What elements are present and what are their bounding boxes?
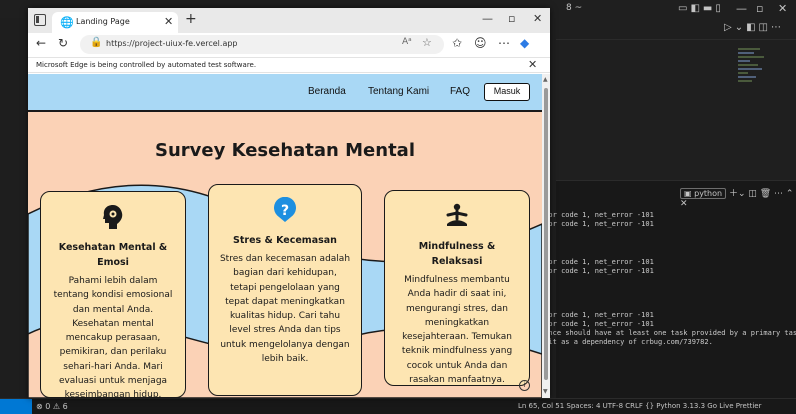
- card-text: Stres dan kecemasan adalah bagian dari k…: [219, 254, 351, 365]
- problems-indicator[interactable]: ⊗ 0 ⚠ 6: [36, 402, 68, 411]
- card-stres-kecemasan[interactable]: ? Stres & Kecemasan Stres dan kecemasan …: [208, 184, 362, 396]
- automation-infobar: Microsoft Edge is being controlled by au…: [28, 57, 550, 73]
- card-heading: Kesehatan Mental & Emosi: [58, 242, 168, 268]
- page-title: Survey Kesehatan Mental: [154, 140, 415, 161]
- browser-window: 🌐 Landing Page ✕ + — ▫ ✕ ← ↻ 🔒 https://p…: [28, 8, 550, 398]
- nav-tentang-kami[interactable]: Tentang Kami: [368, 86, 429, 97]
- scroll-up-icon[interactable]: ▲: [543, 76, 548, 83]
- card-heading: Stres & Kecemasan: [233, 235, 337, 246]
- status-bar-items[interactable]: Ln 65, Col 51 Spaces: 4 UTF-8 CRLF {} Py…: [518, 402, 761, 410]
- card-kesehatan-mental[interactable]: Kesehatan Mental & Emosi Pahami lebih da…: [40, 191, 186, 398]
- new-tab-button[interactable]: +: [185, 11, 197, 27]
- meditation-icon: [446, 203, 468, 226]
- run-icon[interactable]: ▷⌄◧◫⋯: [724, 22, 784, 33]
- card-text: Pahami lebih dalam tentang kondisi emosi…: [53, 276, 173, 398]
- address-bar[interactable]: 🔒 https://project-uiux-fe.vercel.app Aᵃ …: [80, 35, 444, 54]
- login-button[interactable]: Masuk: [484, 83, 530, 101]
- remote-indicator[interactable]: [0, 399, 32, 414]
- nav-faq[interactable]: FAQ: [450, 86, 470, 97]
- tab-close-icon[interactable]: ✕: [164, 15, 173, 28]
- infobar-close-icon[interactable]: ✕: [528, 58, 537, 71]
- scrollbar-thumb[interactable]: [544, 88, 548, 380]
- browser-toolbar: ← ↻ 🔒 https://project-uiux-fe.vercel.app…: [28, 33, 550, 57]
- refresh-icon[interactable]: ↻: [58, 36, 68, 50]
- maximize-icon[interactable]: ▫: [508, 12, 515, 25]
- globe-icon: 🌐: [60, 16, 74, 29]
- terminal-line: rror code 1, net_error -101: [540, 220, 654, 228]
- favorite-star-icon[interactable]: ☆: [422, 36, 432, 49]
- terminal-line: rror code 1, net_error -101: [540, 267, 654, 275]
- tab-title: Landing Page: [76, 17, 130, 26]
- page-scrollbar[interactable]: ▲ ▼: [542, 74, 550, 398]
- minimap[interactable]: [738, 48, 768, 90]
- site-navbar: Beranda Tentang Kami FAQ Masuk: [28, 74, 542, 112]
- card-mindfulness[interactable]: Mindfulness & Relaksasi Mindfulness memb…: [384, 190, 530, 386]
- profile-icon[interactable]: ☺: [474, 36, 487, 50]
- vscode-account-badge[interactable]: 8 ~: [566, 3, 582, 13]
- tab-strip: 🌐 Landing Page ✕ + — ▫ ✕: [28, 8, 550, 33]
- terminal-line: rror code 1, net_error -101: [540, 211, 654, 219]
- vscode-status-bar: ⊗ 0 ⚠ 6 Ln 65, Col 51 Spaces: 4 UTF-8 CR…: [0, 398, 796, 414]
- minimize-icon[interactable]: —: [736, 2, 747, 15]
- card-text: Mindfulness membantu Anda hadir di saat …: [401, 275, 513, 386]
- lock-icon[interactable]: 🔒: [90, 37, 102, 48]
- card-heading: Mindfulness & Relaksasi: [418, 241, 496, 267]
- terminal-tab[interactable]: ▣ python: [680, 188, 727, 199]
- url-text[interactable]: https://project-uiux-fe.vercel.app: [106, 39, 238, 48]
- terminal-line: rror code 1, net_error -101: [540, 320, 654, 328]
- favorites-icon[interactable]: ✩: [452, 36, 462, 50]
- close-icon[interactable]: ✕: [778, 2, 787, 15]
- layout-toggle-icons[interactable]: ▭◧▬▯: [678, 3, 724, 14]
- minimize-icon[interactable]: —: [482, 12, 493, 25]
- infobar-message: Microsoft Edge is being controlled by au…: [36, 61, 257, 69]
- read-aloud-icon[interactable]: Aᵃ: [402, 37, 412, 47]
- terminal-line: rror code 1, net_error -101: [540, 311, 654, 319]
- copilot-icon[interactable]: ◆: [520, 36, 529, 50]
- info-icon[interactable]: i: [519, 380, 530, 391]
- brain-head-icon: [103, 205, 123, 229]
- question-icon: ?: [274, 197, 296, 222]
- close-window-icon[interactable]: ✕: [533, 12, 542, 25]
- back-icon[interactable]: ←: [36, 36, 46, 50]
- scroll-down-icon[interactable]: ▼: [543, 388, 548, 395]
- terminal-line: rror code 1, net_error -101: [540, 258, 654, 266]
- browser-tab[interactable]: 🌐 Landing Page ✕: [52, 12, 178, 33]
- maximize-icon[interactable]: ▫: [756, 2, 763, 15]
- svg-text:?: ?: [281, 203, 289, 219]
- terminal-line: g it as a dependency of crbug.com/739782…: [540, 338, 713, 346]
- vscode-editor-tabbar: ▷⌄◧◫⋯: [556, 18, 796, 40]
- nav-beranda[interactable]: Beranda: [308, 86, 346, 97]
- webpage: Beranda Tentang Kami FAQ Masuk Survey Ke…: [28, 74, 542, 398]
- terminal-header: ▣ python ＋⌄ ◫ 🗑 ⋯ ⌃ ✕: [680, 186, 796, 209]
- terminal-line: dence should have at least one task prov…: [540, 329, 796, 337]
- more-menu-icon[interactable]: ⋯: [498, 36, 510, 50]
- tab-actions-icon[interactable]: [34, 14, 46, 26]
